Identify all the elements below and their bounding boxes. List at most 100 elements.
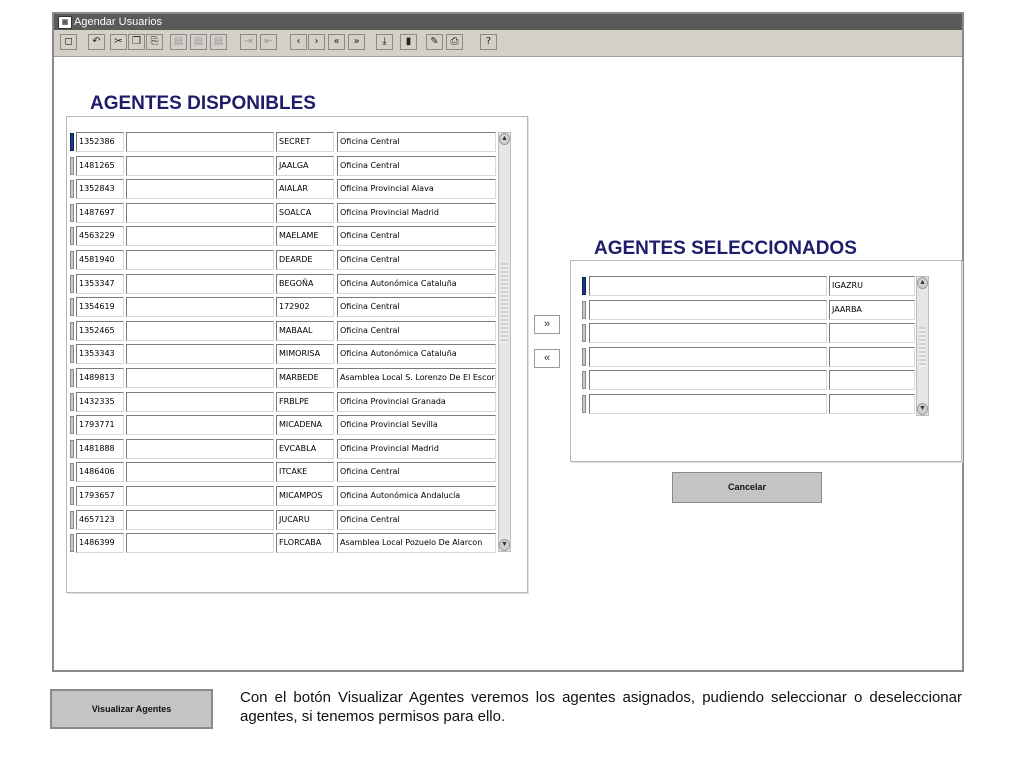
agent-office-field[interactable]: Oficina Central bbox=[337, 297, 496, 318]
record-indicator[interactable] bbox=[70, 487, 74, 505]
agent-name-field[interactable] bbox=[126, 486, 274, 506]
agent-office-field[interactable]: Oficina Provincial Granada bbox=[337, 391, 496, 412]
agent-id-field[interactable]: 1352386 bbox=[76, 132, 124, 152]
record-indicator[interactable] bbox=[582, 324, 586, 343]
agent-id-field[interactable]: 1481888 bbox=[76, 438, 124, 459]
record-indicator[interactable] bbox=[70, 463, 74, 482]
scroll-up-icon[interactable]: ▲ bbox=[917, 277, 928, 289]
agent-id-field[interactable]: 1793771 bbox=[76, 415, 124, 436]
selected-agent-user-field[interactable]: JAARBA bbox=[829, 299, 915, 320]
selected-agent-user-field[interactable]: IGAZRU bbox=[829, 276, 915, 296]
agent-id-field[interactable]: 1354619 bbox=[76, 297, 124, 318]
scroll-down-icon[interactable]: ▼ bbox=[499, 539, 510, 551]
agent-office-field[interactable]: Oficina Provincial Madrid bbox=[337, 438, 496, 459]
scrollbar-seleccionados[interactable]: ▲ ▼ bbox=[916, 276, 929, 416]
record-indicator[interactable] bbox=[582, 347, 586, 366]
agent-id-field[interactable]: 1353343 bbox=[76, 344, 124, 365]
agent-id-field[interactable]: 1486406 bbox=[76, 462, 124, 483]
remove-agent-button[interactable]: « bbox=[534, 349, 560, 368]
edit-icon[interactable]: ✎ bbox=[426, 34, 443, 50]
agent-name-field[interactable] bbox=[126, 132, 274, 152]
agent-name-field[interactable] bbox=[126, 533, 274, 554]
enter-query-icon[interactable]: ⇥ bbox=[240, 34, 257, 50]
save-icon[interactable]: ◻ bbox=[60, 34, 77, 50]
previous-record-icon[interactable]: ‹ bbox=[290, 34, 307, 50]
agent-id-field[interactable]: 4581940 bbox=[76, 250, 124, 270]
first-record-icon[interactable]: « bbox=[328, 34, 345, 50]
download-icon[interactable]: ⤓ bbox=[376, 34, 393, 50]
record-indicator[interactable] bbox=[70, 180, 74, 199]
agent-user-field[interactable]: SECRET bbox=[276, 132, 334, 152]
scroll-thumb[interactable] bbox=[501, 263, 508, 343]
record-indicator[interactable] bbox=[582, 277, 586, 295]
agent-id-field[interactable]: 1352843 bbox=[76, 179, 124, 200]
selected-agent-user-field[interactable] bbox=[829, 346, 915, 367]
agent-id-field[interactable]: 1486399 bbox=[76, 533, 124, 554]
agent-user-field[interactable]: 172902 bbox=[276, 297, 334, 318]
agent-name-field[interactable] bbox=[126, 250, 274, 270]
duplicate-record-icon[interactable]: ▤ bbox=[190, 34, 207, 50]
agent-office-field[interactable]: Oficina Provincial Madrid bbox=[337, 202, 496, 223]
agent-id-field[interactable]: 1487697 bbox=[76, 202, 124, 223]
agent-office-field[interactable]: Oficina Autonómica Cataluña bbox=[337, 344, 496, 365]
agent-user-field[interactable]: MABAAL bbox=[276, 320, 334, 341]
agent-name-field[interactable] bbox=[126, 179, 274, 200]
agent-office-field[interactable]: Asamblea Local Pozuelo De Alarcon bbox=[337, 533, 496, 554]
agent-name-field[interactable] bbox=[126, 391, 274, 412]
agent-user-field[interactable]: JAALGA bbox=[276, 155, 334, 176]
agent-user-field[interactable]: MICAMPOS bbox=[276, 486, 334, 506]
record-indicator[interactable] bbox=[70, 345, 74, 364]
agent-user-field[interactable]: DEARDE bbox=[276, 250, 334, 270]
agent-name-field[interactable] bbox=[126, 344, 274, 365]
agent-user-field[interactable]: FRBLPE bbox=[276, 391, 334, 412]
record-indicator[interactable] bbox=[70, 298, 74, 317]
visualizar-agentes-button[interactable]: Visualizar Agentes bbox=[50, 689, 213, 729]
agent-name-field[interactable] bbox=[126, 155, 274, 176]
agent-name-field[interactable] bbox=[126, 273, 274, 294]
selected-agent-name-field[interactable] bbox=[589, 323, 827, 344]
record-indicator[interactable] bbox=[70, 203, 74, 222]
agent-name-field[interactable] bbox=[126, 297, 274, 318]
agent-user-field[interactable]: MICADENA bbox=[276, 415, 334, 436]
agent-office-field[interactable]: Oficina Autonómica Andalucía bbox=[337, 486, 496, 506]
paste-icon[interactable]: ⎘ bbox=[146, 34, 163, 50]
next-record-icon[interactable]: › bbox=[308, 34, 325, 50]
cut-icon[interactable]: ✂ bbox=[110, 34, 127, 50]
agent-name-field[interactable] bbox=[126, 202, 274, 223]
agent-user-field[interactable]: AIALAR bbox=[276, 179, 334, 200]
record-indicator[interactable] bbox=[70, 156, 74, 175]
execute-query-icon[interactable]: ⇤ bbox=[260, 34, 277, 50]
agent-user-field[interactable]: ITCAKE bbox=[276, 462, 334, 483]
agent-office-field[interactable]: Oficina Central bbox=[337, 509, 496, 530]
record-indicator[interactable] bbox=[70, 321, 74, 340]
record-indicator[interactable] bbox=[70, 534, 74, 553]
agent-office-field[interactable]: Oficina Central bbox=[337, 132, 496, 152]
record-indicator[interactable] bbox=[582, 300, 586, 319]
scrollbar-disponibles[interactable]: ▲ ▼ bbox=[498, 132, 511, 552]
selected-agent-name-field[interactable] bbox=[589, 394, 827, 414]
record-indicator[interactable] bbox=[582, 395, 586, 413]
agent-name-field[interactable] bbox=[126, 438, 274, 459]
agent-office-field[interactable]: Oficina Central bbox=[337, 250, 496, 270]
agent-name-field[interactable] bbox=[126, 415, 274, 436]
scroll-down-icon[interactable]: ▼ bbox=[917, 403, 928, 415]
agent-name-field[interactable] bbox=[126, 509, 274, 530]
last-record-icon[interactable]: » bbox=[348, 34, 365, 50]
agent-office-field[interactable]: Oficina Central bbox=[337, 320, 496, 341]
agent-id-field[interactable]: 1793657 bbox=[76, 486, 124, 506]
help-icon[interactable]: ? bbox=[480, 34, 497, 50]
agent-office-field[interactable]: Oficina Central bbox=[337, 155, 496, 176]
agent-user-field[interactable]: JUCARU bbox=[276, 509, 334, 530]
agent-office-field[interactable]: Oficina Provincial Alava bbox=[337, 179, 496, 200]
agent-user-field[interactable]: BEGOÑA bbox=[276, 273, 334, 294]
record-indicator[interactable] bbox=[70, 227, 74, 246]
record-indicator[interactable] bbox=[70, 392, 74, 411]
agent-office-field[interactable]: Oficina Central bbox=[337, 226, 496, 247]
agent-user-field[interactable]: MAELAME bbox=[276, 226, 334, 247]
selected-agent-user-field[interactable] bbox=[829, 370, 915, 391]
agent-id-field[interactable]: 1352465 bbox=[76, 320, 124, 341]
agent-id-field[interactable]: 4563229 bbox=[76, 226, 124, 247]
record-indicator[interactable] bbox=[70, 416, 74, 435]
record-indicator[interactable] bbox=[70, 439, 74, 458]
agent-office-field[interactable]: Oficina Autonómica Cataluña bbox=[337, 273, 496, 294]
